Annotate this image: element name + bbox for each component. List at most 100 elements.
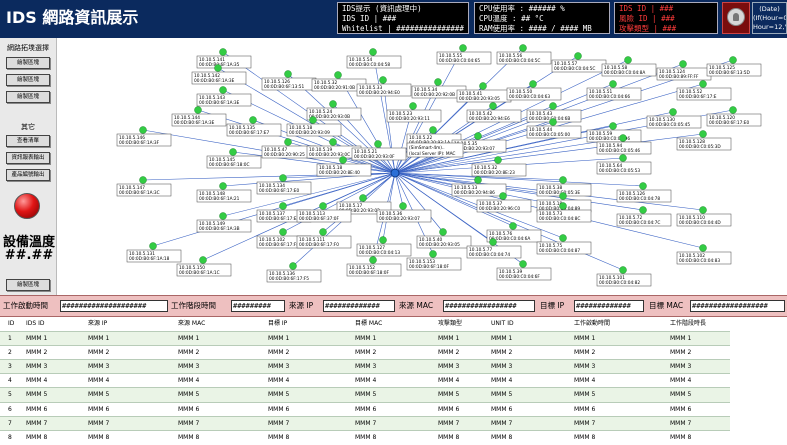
col-unit-id-cell: MMM 6 (491, 405, 513, 413)
cpu-usage-line: CPU使用率 : ###### % (479, 4, 565, 13)
network-node[interactable]: 10.10.5.2100:0D:B0:20:93:0F (351, 140, 407, 161)
node-mac-label: 00:0D:B0:20:93:0F (354, 154, 395, 160)
network-node[interactable]: 10.10.5.7200:0D:B0:C0:04:7C (616, 206, 672, 227)
node-mac-label: 00:0D:B0:6F:1A:3B (199, 226, 240, 232)
network-node[interactable]: 10.10.5.5100:0D:B0:C0:04:66 (586, 80, 642, 101)
network-node[interactable]: 10.10.5.13500:0D:B0:6F:17:E7 (226, 116, 282, 137)
export-product-id-button[interactable]: 產品編號輸出 (6, 169, 50, 181)
alarm-button[interactable] (722, 2, 750, 34)
network-node[interactable]: 10.10.5.12000:0D:B0:6F:17:E0 (706, 106, 762, 127)
network-node[interactable]: 10.10.5.12400:0D:B0:89:FF:FF (656, 60, 712, 81)
table-row[interactable]: 7 MMM 7 MMM 7 MMM 7 MMM 7 MMM 7 MMM 7 MMM 7 MMM … (0, 415, 730, 430)
draw-block-button-1[interactable]: 繪製區塊 (6, 57, 50, 69)
table-row[interactable]: 3 MMM 3 MMM 3 MMM 3 MMM 3 MMM 3 MMM 3 MMM 3 MMM … (0, 359, 730, 374)
col-target-mac-cell: MMM 5 (355, 391, 377, 399)
col-source-mac-cell: MMM 7 (178, 419, 200, 427)
node-ip-label: 10.10.5.142 (194, 73, 220, 79)
node-ip-label: 10.10.5.50 (509, 89, 533, 95)
network-node[interactable]: 10.10.5.14100:0D:B0:6F:1A:35 (196, 48, 252, 69)
network-node[interactable]: 10.10.5.5200:0D:B0:6F:17:E (676, 80, 732, 101)
node-ip-label: 10.10.5.34 (414, 87, 438, 93)
node-mac-label: 00:0D:B0:6F:1A:1C (179, 270, 220, 276)
network-node[interactable]: 10.10.5.13400:0D:B0:6F:17:E0 (256, 174, 312, 195)
col-source-ip-cell: MMM 5 (88, 391, 110, 399)
network-node[interactable]: 10.10.5.2300:0D:B0:20:93:11 (386, 102, 442, 123)
network-node[interactable]: 10.10.5.4100:0D:B0:20:93:05 (456, 82, 512, 103)
table-row[interactable]: 6 MMM 6 MMM 6 MMM 6 MMM 6 MMM 6 MMM 6 MMM 6 MMM … (0, 401, 730, 416)
node-dot-icon (699, 206, 707, 214)
col-source-ip-cell: MMM 3 (88, 363, 110, 370)
draw-block-button-3[interactable]: 繪製區塊 (6, 91, 50, 103)
network-node[interactable]: 10.10.5.13000:0D:B0:C0:05:45 (646, 108, 702, 129)
network-node[interactable]: 10.10.5.5700:0D:B0:C0:04:5C (551, 52, 607, 73)
network-node[interactable]: 10.10.5.5500:0D:B0:C0:04:65 (436, 44, 492, 65)
session-time-label: 工作階段時間 (171, 301, 216, 310)
network-node[interactable]: 10.10.5.12500:0D:B0:6F:13:5D (706, 56, 762, 77)
export-report-button[interactable]: 資訊報表輸出 (6, 152, 50, 164)
network-node[interactable]: 10.10.5.5600:0D:B0:C0:04:5C (496, 44, 552, 65)
network-node[interactable]: 10.10.5.7500:0D:B0:C0:04:87 (536, 234, 592, 255)
cpu-temp-line: CPU溫度 : ## °C (479, 14, 544, 23)
node-ip-label: 10.10.5.37 (479, 201, 503, 207)
network-node[interactable]: 10.10.5.14900:0D:B0:6F:1A:3B (196, 212, 252, 233)
node-dot-icon (679, 60, 687, 68)
network-node[interactable]: 10.10.5.14500:0D:B0:6F:18:0C (206, 148, 262, 169)
network-node[interactable]: 10.10.5.1300:0D:B0:20:94:86 (451, 176, 507, 197)
node-ip-label: 10.10.5.41 (459, 91, 483, 97)
network-node[interactable]: 10.10.5.15300:0D:B0:6F:18:0F (406, 250, 462, 271)
network-node[interactable]: 10.10.5.11000:0D:B0:C0:04:4D (676, 206, 732, 227)
node-ip-label: 10.10.5.58 (604, 65, 628, 71)
network-node[interactable]: 10.10.5.5900:0D:B0:C0:04:96 (586, 122, 642, 143)
network-node[interactable]: 10.10.5.4200:0D:B0:20:94:E6 (466, 102, 522, 123)
network-node[interactable]: 10.10.5.10100:0D:B0:C0:04:82 (596, 266, 652, 287)
network-node[interactable]: 10.10.5.12700:0D:B0:C0:04:13 (356, 236, 412, 257)
network-node[interactable]: 10.10.5.11100:0D:B0:6F:17:F0 (296, 228, 352, 249)
network-node[interactable]: 10.10.5.5800:0D:B0:C0:04:8A (601, 56, 657, 77)
node-mac-label: 00:0D:B0:6F:1A:3C (119, 190, 160, 196)
table-row[interactable]: 2 MMM 2 MMM 2 MMM 2 MMM 2 MMM 2 MMM 2 MMM 2 MMM … (0, 344, 730, 359)
node-dot-icon (214, 64, 222, 72)
network-node[interactable]: 10.10.5.14600:0D:B0:6F:1A:3F (116, 126, 172, 147)
node-ip-label: 10.10.5.128 (679, 139, 705, 145)
network-node[interactable]: 10.10.5.14400:0D:B0:6F:1A:3E (171, 106, 227, 127)
view-list-button[interactable]: 查看清單 (6, 135, 50, 147)
table-row[interactable]: 1 MMM 1 MMM 1 MMM 1 MMM 1 MMM 1 MMM 1 MMM 1 MMM … (0, 330, 730, 345)
draw-block-button-2[interactable]: 繪製區塊 (6, 74, 50, 86)
node-dot-icon (489, 102, 497, 110)
draw-block-button-bottom[interactable]: 繪製區塊 (6, 279, 50, 291)
col-id-cell: 3 (8, 363, 12, 370)
network-node[interactable]: 10.10.5.12800:0D:B0:C0:05:3D (676, 130, 732, 151)
table-row[interactable]: 4 MMM 4 MMM 4 MMM 4 MMM 4 MMM 4 MMM 4 MMM 4 MMM … (0, 373, 730, 387)
network-node[interactable]: 10.10.5.12600:0D:B0:C0:04:78 (616, 182, 672, 203)
network-node[interactable]: 10.10.5.6400:0D:B0:C0:05:53 (596, 154, 652, 175)
node-dot-icon (339, 156, 347, 164)
node-ip-label: 10.10.5.36 (379, 211, 403, 217)
network-node[interactable]: 10.10.5.10200:0D:B0:C0:04:83 (676, 244, 732, 265)
network-node[interactable]: 10.10.5.13600:0D:B0:6F:17:F5 (266, 262, 322, 283)
network-node[interactable]: 10.10.5.5400:0D:B0:C0:04:58 (346, 48, 402, 69)
network-node[interactable]: 10.10.5.15000:0D:B0:6F:1A:1C (176, 256, 232, 277)
network-node[interactable]: 10.10.5.13100:0D:B0:6F:1A:18 (126, 242, 182, 263)
network-node[interactable]: 10.10.5.15200:0D:B0:6F:18:0F (346, 256, 402, 277)
network-node[interactable]: 10.10.5.12600:0D:B0:6F:13:51 (261, 70, 317, 91)
table-header-row: ID IDS ID 來源 IP 來源 MAC 目標 IP 目標 MAC 攻擊類型 UNIT I… (0, 318, 730, 331)
col-ids-id-cell: MMM 8 (26, 434, 48, 441)
network-node[interactable]: 10.10.5.14300:0D:B0:6F:1A:3E (196, 86, 252, 107)
table-row[interactable]: 8 MMM 8 MMM 8 MMM 8 MMM 8 MMM 8 MMM 8 MMM 8 MMM … (0, 430, 730, 444)
node-dot-icon (369, 256, 377, 264)
network-node[interactable]: 10.10.5.5000:0D:B0:C0:04:63 (506, 80, 562, 101)
node-dot-icon (699, 244, 707, 252)
network-node[interactable]: 10.10.5.3900:0D:B0:C0:04:6F (496, 260, 552, 281)
node-dot-icon (219, 86, 227, 94)
network-node[interactable]: 10.10.5.3200:0D:B0:20:8E:23 (471, 156, 527, 177)
network-node[interactable]: 10.10.5.14800:0D:B0:6F:1A:21 (196, 182, 252, 203)
node-mac-label: 00:0D:B0:6F:1A:18 (129, 256, 170, 262)
col-session-duration-cell: MMM 7 (670, 419, 692, 427)
node-dot-icon (219, 48, 227, 56)
node-mac-label: 00:0D:B0:20:8E:40 (319, 170, 360, 176)
node-ip-label: 10.10.5.72 (619, 215, 643, 221)
node-dot-icon (729, 56, 737, 64)
node-ip-label: 10.10.5.44 (529, 127, 553, 133)
network-node[interactable]: 10.10.5.4000:0D:B0:20:93:05 (416, 228, 472, 249)
table-row[interactable]: 5 MMM 5 MMM 5 MMM 5 MMM 5 MMM 5 MMM 5 MMM 5 MMM … (0, 387, 730, 402)
